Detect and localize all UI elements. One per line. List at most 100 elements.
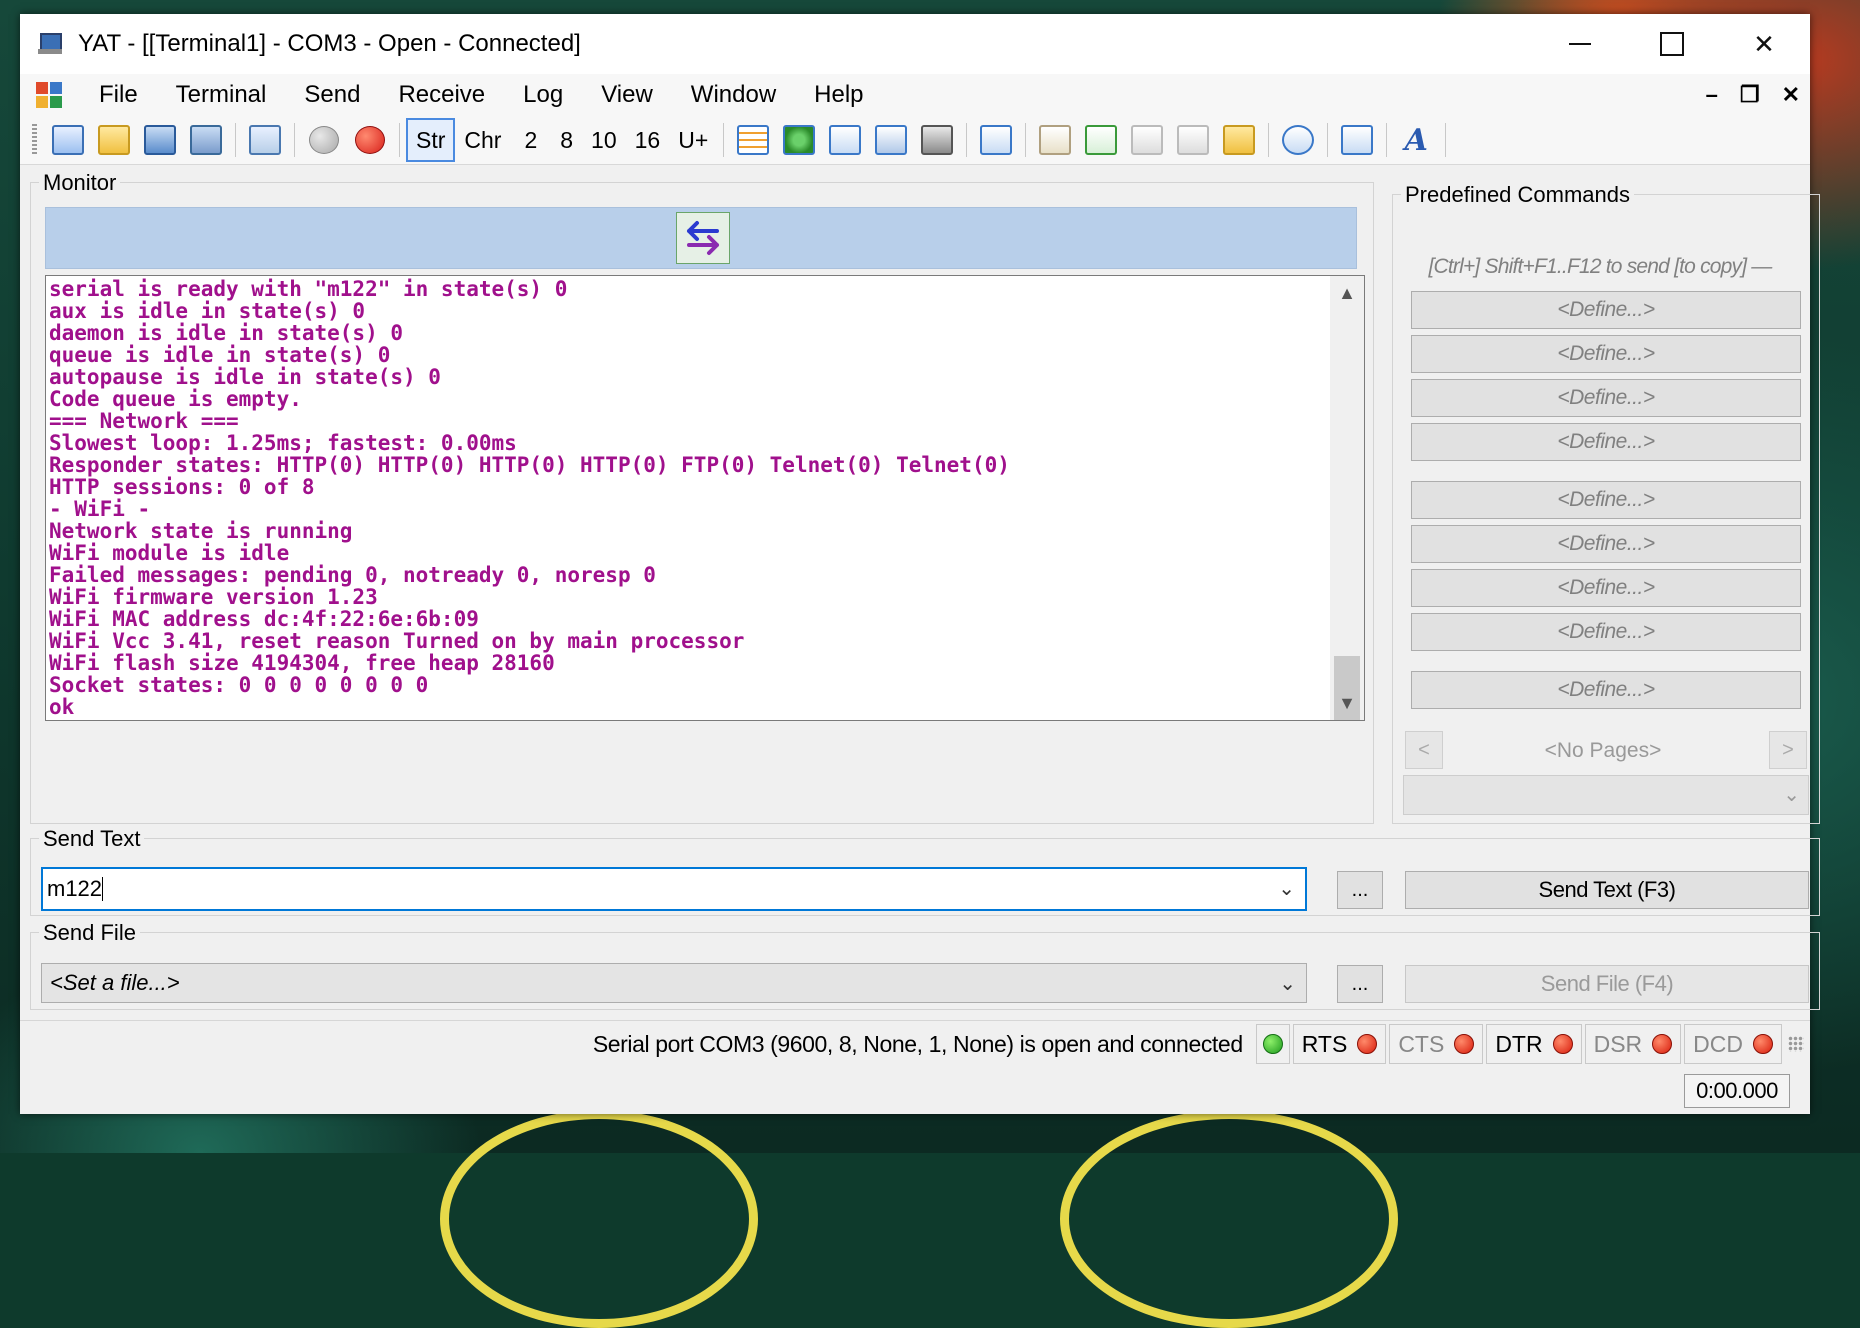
chevron-down-icon[interactable]: ⌄: [1279, 971, 1296, 996]
send-text-options-button[interactable]: ...: [1337, 871, 1383, 909]
send-file-browse-button[interactable]: ...: [1337, 965, 1383, 1003]
cts-led-icon: [1454, 1034, 1475, 1054]
new-terminal-button[interactable]: [49, 121, 87, 159]
chevron-down-icon[interactable]: ⌄: [1278, 876, 1295, 901]
copy-button[interactable]: [826, 121, 864, 159]
predefined-command-3[interactable]: <Define...>: [1411, 379, 1801, 417]
auto-response-button[interactable]: [1279, 121, 1317, 159]
show-radix-button[interactable]: [734, 121, 772, 159]
pages-dropdown[interactable]: ⌄: [1403, 775, 1809, 815]
minimize-button[interactable]: [1534, 14, 1626, 74]
toolbar-separator: [1025, 123, 1027, 157]
save-button[interactable]: [141, 121, 179, 159]
find-button[interactable]: [977, 121, 1015, 159]
menu-help[interactable]: Help: [795, 81, 882, 109]
toolbar-grip: [32, 124, 37, 156]
next-page-button[interactable]: >: [1769, 731, 1807, 769]
open-button[interactable]: [95, 121, 133, 159]
send-file-button[interactable]: Send File (F4): [1405, 965, 1809, 1003]
mdi-minimize-icon[interactable]: –: [1706, 82, 1718, 108]
radix-unicode-button[interactable]: U+: [669, 120, 717, 160]
monitor-line: - WiFi -: [49, 497, 151, 521]
monitor-scrollbar[interactable]: ▲ ▼: [1330, 276, 1364, 720]
radix-oct-button[interactable]: 8: [551, 120, 582, 160]
format-button[interactable]: A: [1397, 121, 1435, 159]
terminal-system-menu-icon[interactable]: [36, 82, 62, 108]
menu-terminal[interactable]: Terminal: [157, 81, 286, 109]
dtr-indicator[interactable]: DTR: [1486, 1024, 1582, 1064]
predefined-command-7[interactable]: <Define...>: [1411, 569, 1801, 607]
menu-log[interactable]: Log: [504, 81, 582, 109]
predefined-command-9[interactable]: <Define...>: [1411, 671, 1801, 709]
mdi-close-icon[interactable]: ✕: [1782, 82, 1800, 108]
send-file-input[interactable]: <Set a file...> ⌄: [41, 963, 1307, 1003]
menu-view[interactable]: View: [582, 81, 672, 109]
log-settings-button[interactable]: [1036, 121, 1074, 159]
log-folder-button[interactable]: [1220, 121, 1258, 159]
previous-page-button[interactable]: <: [1405, 731, 1443, 769]
print-button[interactable]: [918, 121, 956, 159]
send-text-button[interactable]: Send Text (F3): [1405, 871, 1809, 909]
menu-send[interactable]: Send: [285, 81, 379, 109]
resize-grip-icon[interactable]: [1788, 1036, 1804, 1052]
monitor-line: Socket states: 0 0 0 0 0 0 0 0: [49, 673, 429, 697]
menu-window[interactable]: Window: [672, 81, 795, 109]
cts-indicator: CTS: [1389, 1024, 1484, 1064]
radix-dec-button[interactable]: 10: [582, 120, 626, 160]
radix-str-button[interactable]: Str: [406, 118, 456, 162]
radix-chr-button[interactable]: Chr: [455, 120, 510, 160]
monitor-line: queue is idle in state(s) 0: [49, 343, 391, 367]
predefined-command-5[interactable]: <Define...>: [1411, 481, 1801, 519]
predefined-command-8[interactable]: <Define...>: [1411, 613, 1801, 651]
monitor-group: Monitor serial is ready with "m122" in s…: [30, 170, 1374, 824]
log-off-button[interactable]: [1128, 121, 1166, 159]
send-file-value: <Set a file...>: [50, 970, 180, 995]
copy-icon: [829, 125, 862, 155]
status-message: Serial port COM3 (9600, 8, None, 1, None…: [592, 1030, 1243, 1057]
menu-receive[interactable]: Receive: [379, 81, 504, 109]
minimize-icon: [1569, 43, 1591, 45]
table-icon: [737, 125, 770, 155]
monitor-line: serial is ready with "m122" in state(s) …: [49, 277, 568, 301]
terminal-settings-button[interactable]: [246, 121, 284, 159]
send-file-group: Send File <Set a file...> ⌄ ... Send Fil…: [30, 920, 1820, 1010]
close-port-button[interactable]: [351, 121, 389, 159]
predefined-command-2[interactable]: <Define...>: [1411, 335, 1801, 373]
maximize-button[interactable]: [1626, 14, 1718, 74]
radix-hex-button[interactable]: 16: [626, 120, 670, 160]
menu-file[interactable]: File: [80, 81, 157, 109]
log-on-button[interactable]: [1082, 121, 1120, 159]
log-open-button[interactable]: [1174, 121, 1212, 159]
log-folder-icon: [1223, 125, 1256, 155]
open-port-button[interactable]: [305, 121, 343, 159]
rts-led-icon: [1357, 1034, 1378, 1054]
dsr-label: DSR: [1593, 1030, 1643, 1057]
send-text-label: Send Text: [39, 826, 145, 852]
monitor-line: WiFi module is idle: [49, 541, 290, 565]
predefined-command-1[interactable]: <Define...>: [1411, 291, 1801, 329]
send-text-input[interactable]: m122 ⌄: [41, 867, 1307, 911]
save-all-button[interactable]: [187, 121, 225, 159]
radix-bin-button[interactable]: 2: [510, 120, 551, 160]
monitor-text-area[interactable]: serial is ready with "m122" in state(s) …: [45, 275, 1365, 721]
monitor-label: Monitor: [39, 170, 121, 196]
log-off-icon: [1131, 125, 1164, 155]
rts-indicator[interactable]: RTS: [1292, 1024, 1387, 1064]
pages-label: <No Pages>: [1544, 739, 1662, 762]
monitor-line: autopause is idle in state(s) 0: [49, 365, 441, 389]
direction-button[interactable]: [676, 212, 730, 264]
save-monitor-button[interactable]: [872, 121, 910, 159]
toolbar: Str Chr 2 8 10 16 U+ A: [20, 116, 1810, 165]
format-font-icon: A: [1404, 122, 1428, 158]
predefined-command-6[interactable]: <Define...>: [1411, 525, 1801, 563]
auto-action-button[interactable]: [1338, 121, 1376, 159]
scroll-down-icon[interactable]: ▼: [1330, 686, 1364, 720]
window-title: YAT - [[Terminal1] - COM3 - Open - Conne…: [78, 30, 581, 57]
scroll-up-icon[interactable]: ▲: [1330, 276, 1364, 310]
close-button[interactable]: ✕: [1718, 14, 1810, 74]
maximize-icon: [1660, 32, 1684, 56]
mdi-restore-icon[interactable]: ❐: [1740, 82, 1760, 108]
refresh-button[interactable]: [780, 121, 818, 159]
predefined-command-4[interactable]: <Define...>: [1411, 423, 1801, 461]
close-icon: ✕: [1753, 28, 1775, 59]
